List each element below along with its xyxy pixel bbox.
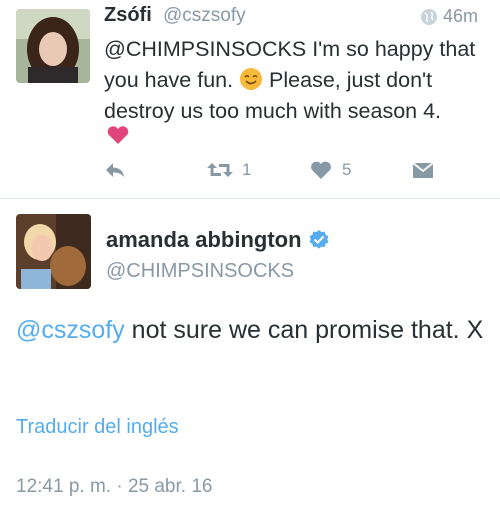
tweet-actions: 1 5	[104, 160, 434, 186]
tweet-text: @CHIMPSINSOCKS I'm so happy that you hav…	[104, 34, 494, 127]
time-label: 46m	[443, 6, 479, 26]
main-author-handle[interactable]: @CHIMPSINSOCKS	[106, 260, 294, 283]
smile-emoji-icon	[240, 68, 263, 90]
dm-icon	[412, 162, 434, 178]
tweet-time: 46m	[420, 6, 478, 27]
like-icon	[311, 161, 331, 179]
retweet-icon	[207, 163, 233, 177]
translate-link[interactable]: Traducir del inglés	[16, 416, 179, 439]
globe-icon	[421, 8, 437, 25]
mention-text: @CHIMPSINSOCKS	[104, 37, 307, 61]
mention-link[interactable]: @cszsofy	[16, 316, 125, 344]
verified-icon	[309, 230, 328, 249]
author-handle[interactable]: @cszsofy	[163, 5, 246, 27]
like-button[interactable]: 5	[310, 160, 351, 180]
main-avatar[interactable]	[16, 214, 91, 289]
retweet-button[interactable]: 1	[206, 160, 251, 180]
avatar-photo	[16, 9, 90, 83]
tweet-timestamp: 12:41 p. m. · 25 abr. 16	[16, 476, 213, 497]
reply-tweet[interactable]: Zsófi @cszsofy 46m @CHIMPSINSOCKS I'm so…	[0, 0, 500, 198]
reply-icon	[106, 163, 124, 177]
retweet-count: 1	[242, 160, 252, 179]
dm-button[interactable]	[412, 160, 434, 180]
heart-emoji-icon	[107, 126, 129, 144]
main-tweet-text: @cszsofy not sure we can promise that. X	[16, 313, 486, 348]
author-name[interactable]: Zsófi	[104, 4, 152, 27]
divider	[0, 198, 500, 199]
avatar-photo	[16, 214, 91, 289]
reply-button[interactable]	[104, 160, 126, 180]
like-count: 5	[342, 160, 352, 179]
avatar[interactable]	[16, 9, 90, 83]
main-author[interactable]: amanda abbington	[106, 227, 330, 253]
main-text: not sure we can promise that. X	[124, 316, 484, 344]
main-author-name[interactable]: amanda abbington	[106, 227, 302, 253]
